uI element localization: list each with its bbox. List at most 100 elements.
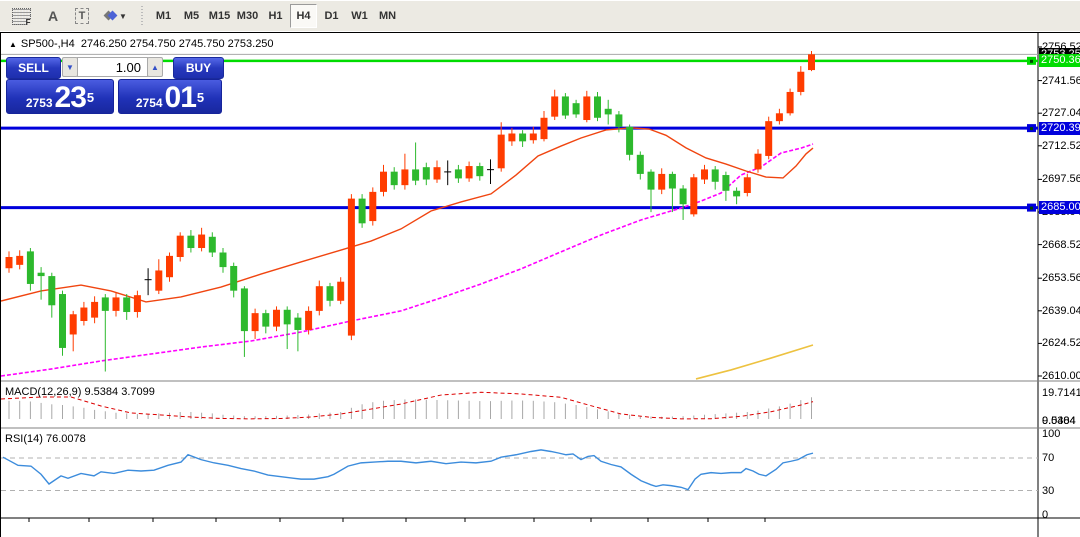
timeframe-button-m30[interactable]: M30 — [234, 4, 261, 28]
candle-body — [669, 174, 676, 189]
candle-body — [6, 257, 13, 268]
candle-body — [573, 103, 580, 114]
volume-input[interactable]: 1.00 — [77, 57, 148, 77]
volume-increase-button[interactable]: ▲ — [147, 57, 163, 77]
candle-body — [626, 127, 633, 155]
chart-title: ▲SP500-,H4 2746.250 2754.750 2745.750 27… — [9, 38, 274, 50]
candle-body — [808, 54, 815, 70]
ask-prefix: 2754 — [136, 95, 163, 111]
timeframe-button-d1[interactable]: D1 — [318, 4, 345, 28]
timeframe-button-w1[interactable]: W1 — [346, 4, 373, 28]
candle-body — [519, 133, 526, 141]
candle-body — [273, 310, 280, 327]
candle-body — [637, 155, 644, 174]
candle-body — [198, 235, 205, 248]
candle-body — [241, 288, 248, 331]
insert-shapes-button[interactable]: ▼ — [98, 4, 134, 28]
shapes-icon — [105, 10, 116, 22]
candle-body — [455, 169, 462, 178]
one-click-trade-panel: SELL ▼ 1.00 ▲ BUY 2753235 2754015 — [6, 57, 222, 77]
macd-scale-top: 19.7141 — [1042, 387, 1080, 399]
candle-body — [337, 282, 344, 301]
candle-body — [369, 192, 376, 221]
insert-label-button[interactable]: T — [68, 4, 96, 28]
insert-text-button[interactable]: A — [40, 4, 66, 28]
ask-quote-button[interactable]: 2754015 — [118, 79, 222, 114]
candle-body — [787, 92, 794, 113]
candle-body — [562, 96, 569, 115]
candle-body — [252, 313, 259, 331]
candle-body — [434, 167, 441, 179]
bid-pip-digit: 5 — [87, 85, 94, 111]
level-line-marker-dot — [1030, 60, 1033, 63]
price-tick-label: 2639.040 — [1042, 305, 1080, 317]
candle-body — [134, 295, 141, 312]
timeframe-button-h1[interactable]: H1 — [262, 4, 289, 28]
level-price-box: 2685.000 — [1039, 201, 1080, 214]
price-tick-label: 2624.520 — [1042, 337, 1080, 349]
ma-long-line — [696, 345, 813, 379]
candle-body — [391, 172, 398, 185]
candle-body — [380, 172, 387, 192]
candle-body — [701, 169, 708, 179]
bid-prefix: 2753 — [26, 95, 53, 111]
candle-body — [755, 154, 762, 170]
candle-body — [187, 236, 194, 248]
rsi-label: RSI(14) 76.0078 — [5, 433, 86, 445]
candle-body — [498, 135, 505, 169]
candle-body — [690, 177, 697, 214]
bid-big-digits: 23 — [55, 84, 86, 111]
text-a-icon: A — [48, 8, 58, 24]
price-tick-label: 2727.040 — [1042, 107, 1080, 119]
candle-body — [305, 311, 312, 330]
candle-body — [166, 256, 173, 277]
candle-body — [648, 172, 655, 190]
buy-button[interactable]: BUY — [173, 57, 224, 79]
candle-body — [583, 96, 590, 120]
candle-body — [401, 169, 408, 185]
macd-scale-bottom: 0.0404 — [1042, 415, 1076, 427]
timeframe-button-m5[interactable]: M5 — [178, 4, 205, 28]
candle-body — [412, 169, 419, 180]
rsi-scale-label: 70 — [1042, 452, 1054, 464]
sell-button[interactable]: SELL — [6, 57, 61, 79]
timeframe-button-m15[interactable]: M15 — [206, 4, 233, 28]
rsi-scale-label: 100 — [1042, 428, 1060, 440]
candle-body — [123, 297, 130, 312]
ma-fast-line — [1, 128, 813, 302]
candle-body — [722, 175, 729, 191]
candle-body — [262, 313, 269, 326]
candle-body — [466, 166, 473, 178]
timeframe-button-m1[interactable]: M1 — [150, 4, 177, 28]
candle-body — [508, 133, 515, 141]
candle-body — [80, 308, 87, 321]
candle-body — [294, 318, 301, 330]
macd-label: MACD(12,26,9) 9.5384 3.7099 — [5, 386, 155, 398]
symbol-arrow-icon: ▲ — [9, 40, 17, 49]
chart-window: ▲SP500-,H4 2746.250 2754.750 2745.750 27… — [0, 32, 1080, 537]
candle-body — [91, 302, 98, 318]
candle-body — [541, 118, 548, 139]
bid-quote-button[interactable]: 2753235 — [6, 79, 114, 114]
candle-body — [155, 270, 162, 290]
candle-body — [530, 133, 537, 140]
template-button[interactable]: F — [6, 4, 36, 28]
candle-body — [102, 297, 109, 310]
candle-body — [359, 199, 366, 224]
toolbar: F A T ▼ M1M5M15M30H1H4D1W1MN — [0, 0, 1080, 31]
toolbar-grip[interactable] — [140, 6, 145, 26]
level-line-marker-dot — [1030, 207, 1033, 210]
candle-body — [284, 310, 291, 325]
timeframe-button-mn[interactable]: MN — [374, 4, 401, 28]
candle-body — [70, 314, 77, 334]
candle-body — [658, 174, 665, 190]
candle-body — [209, 237, 216, 253]
price-tick-label: 2668.520 — [1042, 239, 1080, 251]
volume-decrease-button[interactable]: ▼ — [62, 57, 78, 77]
price-tick-label: 2712.520 — [1042, 140, 1080, 152]
timeframe-button-h4[interactable]: H4 — [290, 4, 317, 28]
candle-body — [48, 276, 55, 305]
candle-body — [59, 294, 66, 348]
candle-body — [551, 96, 558, 116]
price-tick-label: 2741.560 — [1042, 75, 1080, 87]
